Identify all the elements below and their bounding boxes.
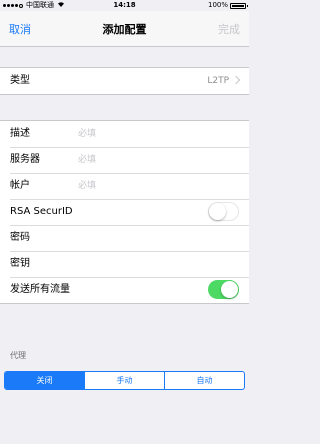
battery-info: 100% [207, 0, 248, 11]
account-label: 帐户 [10, 180, 30, 191]
proxy-option-manual[interactable]: 手动 [84, 372, 164, 389]
description-input[interactable]: 必填 [78, 121, 96, 147]
description-row[interactable]: 描述 必填 [0, 121, 249, 147]
send-all-traffic-toggle[interactable] [208, 280, 239, 299]
done-button[interactable]: 完成 [218, 21, 240, 37]
proxy-option-off[interactable]: 关闭 [5, 372, 84, 389]
vpn-settings-group: 描述 必填 服务器 必填 帐户 必填 RSA SecurID 密码 密钥 发送所… [0, 120, 249, 304]
server-row[interactable]: 服务器 必填 [0, 147, 249, 173]
type-group: 类型 L2TP [0, 67, 249, 95]
proxy-option-auto[interactable]: 自动 [164, 372, 244, 389]
proxy-segmented-control: 关闭 手动 自动 [4, 371, 245, 390]
battery-icon [230, 2, 248, 9]
account-row[interactable]: 帐户 必填 [0, 173, 249, 199]
toggle-knob [209, 203, 226, 220]
send-all-traffic-row: 发送所有流量 [0, 277, 249, 303]
account-input[interactable]: 必填 [78, 173, 96, 199]
status-bar: 中国联通 14:18 100% [0, 0, 249, 11]
type-row[interactable]: 类型 L2TP [0, 68, 249, 94]
battery-percent: 100% [207, 1, 228, 9]
type-label: 类型 [10, 75, 30, 86]
type-value: L2TP [207, 76, 229, 86]
send-all-traffic-label: 发送所有流量 [10, 284, 70, 295]
server-label: 服务器 [10, 154, 40, 165]
rsa-securid-toggle[interactable] [208, 202, 239, 221]
toggle-knob [221, 281, 238, 298]
server-input[interactable]: 必填 [78, 147, 96, 173]
secret-row[interactable]: 密钥 [0, 251, 249, 277]
secret-label: 密钥 [10, 258, 30, 269]
page-title: 添加配置 [102, 23, 147, 36]
rsa-securid-label: RSA SecurID [10, 206, 73, 217]
password-row[interactable]: 密码 [0, 225, 249, 251]
navigation-bar: 取消 添加配置 完成 [0, 11, 249, 47]
rsa-securid-row: RSA SecurID [0, 199, 249, 225]
password-label: 密码 [10, 232, 30, 243]
chevron-right-icon [231, 75, 241, 85]
description-label: 描述 [10, 128, 30, 139]
proxy-section-header: 代理 [10, 351, 26, 360]
